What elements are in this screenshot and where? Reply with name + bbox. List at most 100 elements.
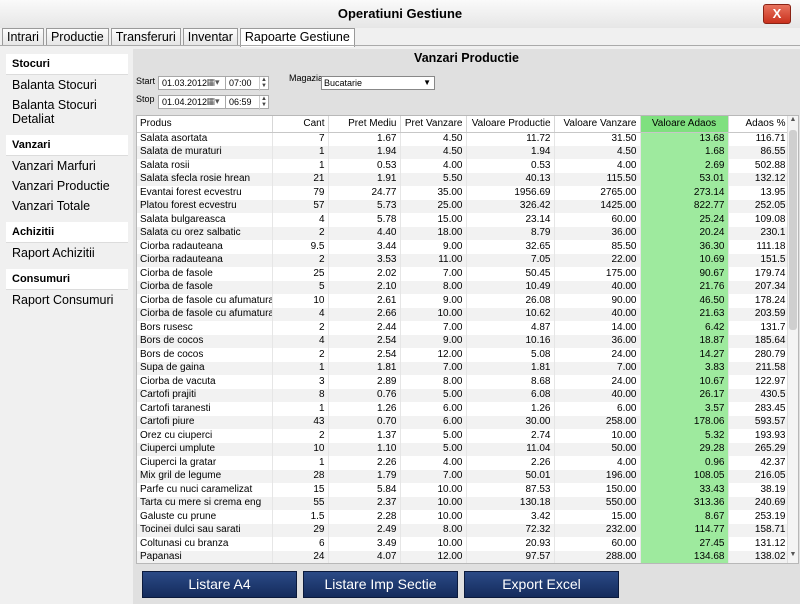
table-row[interactable]: Salata rosii 1 0.53 4.00 0.53 4.00 2.69 502.88: [137, 159, 790, 173]
table-row[interactable]: Bors de cocos 4 2.54 9.00 10.16 36.00 18.87 185…: [137, 334, 790, 348]
cell-valoare-adaos: 36.30: [640, 240, 729, 254]
column-header-cant[interactable]: Cant: [272, 116, 329, 133]
cell-cant: 1: [272, 361, 329, 375]
table-row[interactable]: Salata sfecla rosie hrean 21 1.91 5.50 40.13…: [137, 172, 790, 186]
table-row[interactable]: Ciorba radauteana 9.5 3.44 9.00 32.65 85.50 36…: [137, 240, 790, 254]
cell-produs: Ciorba radauteana: [137, 240, 273, 254]
table-row[interactable]: Ciorba de fasole 5 2.10 8.00 10.49 40.00 21.76…: [137, 280, 790, 294]
table-row[interactable]: Tocinei dulci sau sarati 29 2.49 8.00 72.32 2…: [137, 523, 790, 537]
table-row[interactable]: Ciorba radauteana 2 3.53 11.00 7.05 22.00 10.6…: [137, 253, 790, 267]
cell-pret-vanzare: 4.00: [400, 159, 467, 173]
table-row[interactable]: Ciuperci umplute 10 1.10 5.00 11.04 50.00 29.2…: [137, 442, 790, 456]
cell-cant: 2: [272, 253, 329, 267]
table-row[interactable]: Platou forest ecvestru 57 5.73 25.00 326.42 1…: [137, 199, 790, 213]
sidebar-item-balanta-stocuri[interactable]: Balanta Stocuri: [6, 75, 128, 95]
tab-inventar[interactable]: Inventar: [182, 28, 238, 46]
sidebar-item-raport-achizitii[interactable]: Raport Achizitii: [6, 243, 128, 263]
cell-adaos-procent: 109.08: [728, 213, 790, 227]
table-row[interactable]: Supa de gaina 1 1.81 7.00 1.81 7.00 3.83 211.58: [137, 361, 790, 375]
cell-pret-mediu: 4.07: [328, 550, 401, 563]
table-row[interactable]: Tarta cu mere si crema eng 55 2.37 10.00 130…: [137, 496, 790, 510]
sidebar-item-raport-consumuri[interactable]: Raport Consumuri: [6, 290, 128, 310]
table-row[interactable]: Evantai forest ecvestru 79 24.77 35.00 1956.…: [137, 186, 790, 200]
sidebar-item-balanta-stocuri-detaliat[interactable]: Balanta Stocuri Detaliat: [6, 95, 128, 129]
export-excel-button[interactable]: Export Excel: [464, 571, 619, 598]
cell-pret-vanzare: 8.00: [400, 280, 467, 294]
table-row[interactable]: Salata de muraturi 1 1.94 4.50 1.94 4.50 1.68 8…: [137, 145, 790, 159]
table-row[interactable]: Bors rusesc 2 2.44 7.00 4.87 14.00 6.42 131.7: [137, 321, 790, 335]
magazia-selected-value: Bucatarie: [324, 78, 363, 88]
column-header-pret-vanzare[interactable]: Pret Vanzare: [400, 116, 467, 133]
table-row[interactable]: Ciorba de fasole 25 2.02 7.00 50.45 175.00 90.…: [137, 267, 790, 281]
spinner-icon[interactable]: ▲ ▼: [259, 77, 268, 91]
table-row[interactable]: Cartofi piure 43 0.70 6.00 30.00 258.00 178.06…: [137, 415, 790, 429]
column-header-valoare-vanzare[interactable]: Valoare Vanzare: [554, 116, 641, 133]
column-header-adaos-procent[interactable]: Adaos %: [728, 116, 790, 133]
table-row[interactable]: Galuste cu prune 1.5 2.28 10.00 3.42 15.00 8.6…: [137, 510, 790, 524]
table-row[interactable]: Salata cu orez salbatic 2 4.40 18.00 8.79 36.…: [137, 226, 790, 240]
cell-cant: 43: [272, 415, 329, 429]
sidebar-item-vanzari-productie[interactable]: Vanzari Productie: [6, 176, 128, 196]
cell-valoare-vanzare: 2765.00: [554, 186, 641, 200]
cell-pret-vanzare: 11.00: [400, 253, 467, 267]
close-button[interactable]: X: [763, 4, 791, 24]
cell-cant: 21: [272, 172, 329, 186]
table-row[interactable]: Orez cu ciuperci 2 1.37 5.00 2.74 10.00 5.32 19…: [137, 429, 790, 443]
cell-adaos-procent: 216.05: [728, 469, 790, 483]
table-row[interactable]: Mix gril de legume 28 1.79 7.00 50.01 196.00 1…: [137, 469, 790, 483]
listare-imp-sectie-button[interactable]: Listare Imp Sectie: [303, 571, 458, 598]
chevron-down-icon: ▼: [423, 78, 431, 87]
cell-produs: Ciuperci umplute: [137, 442, 273, 456]
spinner-icon[interactable]: ▲ ▼: [259, 96, 268, 110]
scrollbar-thumb[interactable]: [789, 130, 797, 330]
cell-valoare-adaos: 822.77: [640, 199, 729, 213]
cell-adaos-procent: 13.95: [728, 186, 790, 200]
cell-produs: Tarta cu mere si crema eng: [137, 496, 273, 510]
table-row[interactable]: Ciorba de fasole cu afumatura 10 2.61 9.00 2…: [137, 294, 790, 308]
table-row[interactable]: Salata bulgareasca 4 5.78 15.00 23.14 60.00 25…: [137, 213, 790, 227]
sidebar-item-vanzari-marfuri[interactable]: Vanzari Marfuri: [6, 156, 128, 176]
cell-valoare-adaos: 6.42: [640, 321, 729, 335]
table-row[interactable]: Cartofi taranesti 1 1.26 6.00 1.26 6.00 3.57 28…: [137, 402, 790, 416]
cell-cant: 4: [272, 213, 329, 227]
cell-pret-vanzare: 7.00: [400, 267, 467, 281]
cell-valoare-vanzare: 14.00: [554, 321, 641, 335]
table-row[interactable]: Coltunasi cu branza 6 3.49 10.00 20.93 60.00 2…: [137, 537, 790, 551]
tab-intrari[interactable]: Intrari: [2, 28, 44, 46]
table-row[interactable]: Ciorba de fasole cu afumatura 4 2.66 10.00 1…: [137, 307, 790, 321]
table-row[interactable]: Salata asortata 7 1.67 4.50 11.72 31.50 13.68 1…: [137, 132, 790, 146]
scroll-down-icon[interactable]: ▼: [788, 551, 798, 563]
cell-valoare-adaos: 53.01: [640, 172, 729, 186]
vertical-scrollbar[interactable]: ▲ ▼: [787, 116, 798, 563]
table-row[interactable]: Bors de cocos 2 2.54 12.00 5.08 24.00 14.27 280…: [137, 348, 790, 362]
column-header-pret-mediu[interactable]: Pret Mediu: [328, 116, 401, 133]
calendar-dropdown-icon[interactable]: ▦▾: [204, 76, 222, 90]
table-row[interactable]: Ciorba de vacuta 3 2.89 8.00 8.68 24.00 10.67 1…: [137, 375, 790, 389]
tab-bar: Intrari Productie Transferuri Inventar R…: [2, 28, 357, 47]
cell-produs: Ciorba de vacuta: [137, 375, 273, 389]
sidebar-item-vanzari-totale[interactable]: Vanzari Totale: [6, 196, 128, 216]
magazia-select[interactable]: Bucatarie ▼: [321, 76, 435, 90]
column-header-valoare-adaos[interactable]: Valoare Adaos: [640, 116, 729, 133]
cell-cant: 79: [272, 186, 329, 200]
calendar-dropdown-icon[interactable]: ▦▾: [204, 95, 222, 109]
table-row[interactable]: Ciuperci la gratar 1 2.26 4.00 2.26 4.00 0.96 4…: [137, 456, 790, 470]
cell-valoare-adaos: 10.67: [640, 375, 729, 389]
cell-valoare-adaos: 25.24: [640, 213, 729, 227]
tab-transferuri[interactable]: Transferuri: [110, 28, 181, 46]
column-header-valoare-productie[interactable]: Valoare Productie: [466, 116, 555, 133]
scroll-up-icon[interactable]: ▲: [788, 116, 798, 128]
cell-valoare-adaos: 114.77: [640, 523, 729, 537]
tab-productie[interactable]: Productie: [45, 28, 109, 46]
cell-pret-mediu: 2.49: [328, 523, 401, 537]
cell-valoare-productie: 11.72: [466, 132, 555, 146]
cell-cant: 10: [272, 294, 329, 308]
cell-valoare-vanzare: 4.50: [554, 145, 641, 159]
table-row[interactable]: Cartofi prajiti 8 0.76 5.00 6.08 40.00 26.17 43…: [137, 388, 790, 402]
listare-a4-button[interactable]: Listare A4: [142, 571, 297, 598]
column-header-produs[interactable]: Produs: [137, 116, 273, 133]
cell-valoare-productie: 30.00: [466, 415, 555, 429]
cell-pret-mediu: 1.26: [328, 402, 401, 416]
table-row[interactable]: Papanasi 24 4.07 12.00 97.57 288.00 134.68 138.…: [137, 550, 790, 563]
table-row[interactable]: Parfe cu nuci caramelizat 15 5.84 10.00 87.5…: [137, 483, 790, 497]
